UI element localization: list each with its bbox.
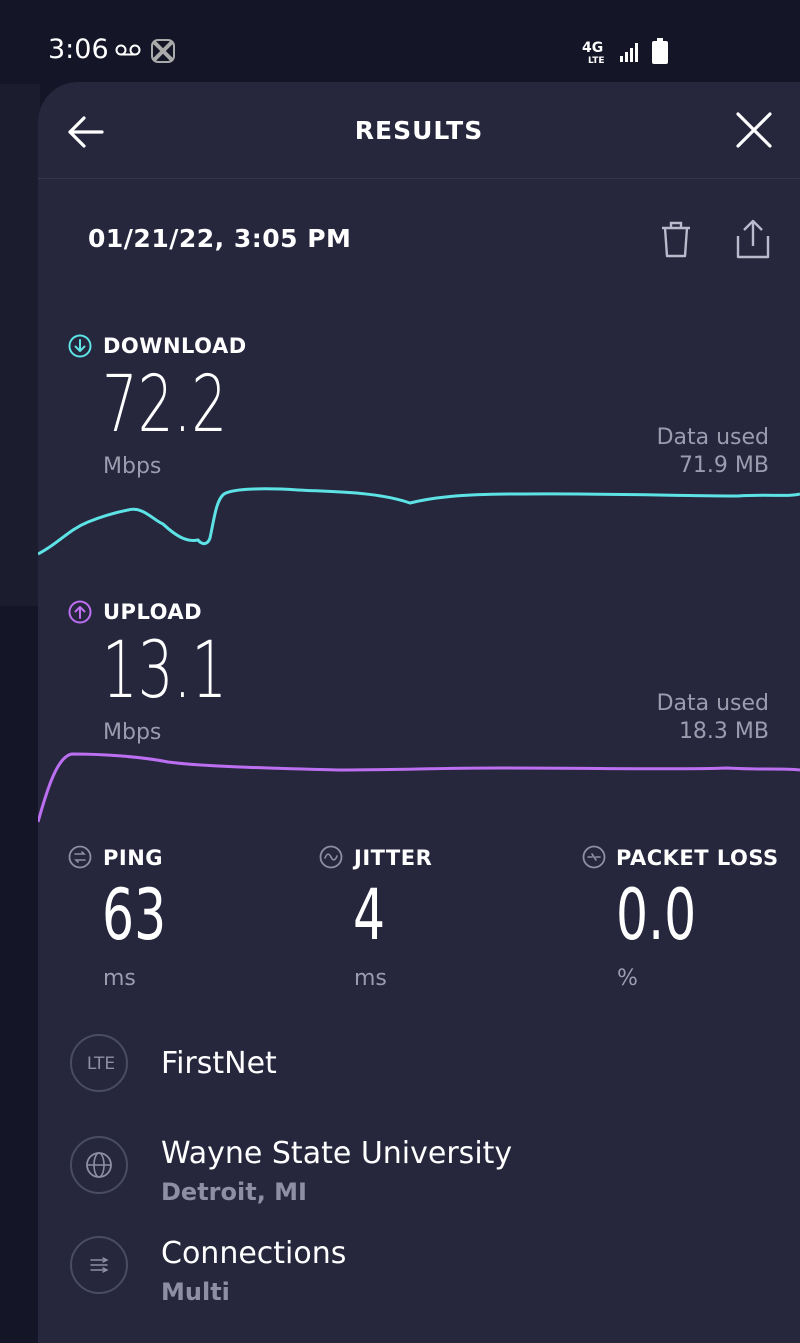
download-data-used: Data used 71.9 MB bbox=[657, 424, 769, 480]
jitter-value: 4 bbox=[353, 874, 386, 956]
upload-data-used-label: Data used bbox=[656, 691, 769, 716]
network-sub-text: LTE bbox=[588, 56, 605, 66]
connections-label: Connections bbox=[161, 1236, 347, 1271]
battery-icon bbox=[652, 38, 668, 64]
app-notification-icon bbox=[151, 39, 175, 63]
upload-data-used: Data used 18.3 MB bbox=[657, 690, 769, 746]
ping-unit: ms bbox=[103, 966, 136, 991]
download-unit: Mbps bbox=[103, 454, 162, 479]
server-row: Wayne State University Detroit, MI bbox=[70, 1136, 770, 1206]
header: RESULTS bbox=[38, 82, 800, 179]
upload-label: UPLOAD bbox=[103, 600, 203, 624]
globe-icon bbox=[70, 1136, 128, 1194]
provider-name: FirstNet bbox=[161, 1046, 277, 1081]
page-title: RESULTS bbox=[354, 116, 484, 145]
share-icon[interactable] bbox=[734, 218, 772, 260]
ping-value: 63 bbox=[102, 874, 167, 956]
packet-loss-icon bbox=[582, 845, 606, 869]
upload-unit: Mbps bbox=[103, 720, 162, 745]
ping-icon bbox=[68, 845, 92, 869]
packet-loss-value: 0.0 bbox=[616, 874, 697, 956]
connections-icon bbox=[70, 1236, 128, 1294]
signal-icon bbox=[620, 43, 638, 62]
download-value: 72.2 bbox=[102, 360, 228, 450]
download-graph-line bbox=[38, 487, 800, 556]
jitter-unit: ms bbox=[354, 966, 387, 991]
results-sheet: RESULTS 01/21/22, 3:05 PM DOWNLOAD 72.2 … bbox=[38, 82, 800, 1343]
upload-value: 13.1 bbox=[102, 626, 228, 716]
download-graph bbox=[38, 487, 800, 556]
server-location: Detroit, MI bbox=[161, 1178, 307, 1206]
upload-graph-line bbox=[38, 752, 800, 823]
trash-icon[interactable] bbox=[658, 220, 694, 260]
connections-value: Multi bbox=[161, 1278, 230, 1306]
download-label: DOWNLOAD bbox=[103, 334, 247, 358]
background-app-strip bbox=[0, 84, 40, 606]
download-arrow-icon bbox=[68, 334, 92, 358]
status-bar: 3:06 4G LTE bbox=[0, 0, 800, 84]
close-icon[interactable] bbox=[734, 110, 774, 150]
packet-loss-label: PACKET LOSS bbox=[616, 846, 779, 870]
status-time: 3:06 bbox=[48, 34, 109, 65]
download-data-used-label: Data used bbox=[656, 425, 769, 450]
lte-badge-text: LTE bbox=[86, 1054, 116, 1074]
voicemail-icon bbox=[115, 44, 141, 56]
upload-graph bbox=[38, 752, 800, 823]
result-date: 01/21/22, 3:05 PM bbox=[88, 224, 352, 253]
server-name: Wayne State University bbox=[161, 1136, 513, 1171]
network-type-text: 4G bbox=[582, 40, 604, 56]
jitter-icon bbox=[319, 845, 343, 869]
upload-data-used-value: 18.3 MB bbox=[678, 719, 769, 744]
provider-row: LTE FirstNet bbox=[70, 1034, 770, 1098]
jitter-label: JITTER bbox=[354, 846, 433, 870]
ping-label: PING bbox=[103, 846, 164, 870]
download-data-used-value: 71.9 MB bbox=[678, 453, 769, 478]
packet-loss-unit: % bbox=[617, 966, 638, 991]
upload-arrow-icon bbox=[68, 600, 92, 624]
connections-row: Connections Multi bbox=[70, 1236, 770, 1306]
lte-icon: LTE bbox=[70, 1034, 128, 1092]
